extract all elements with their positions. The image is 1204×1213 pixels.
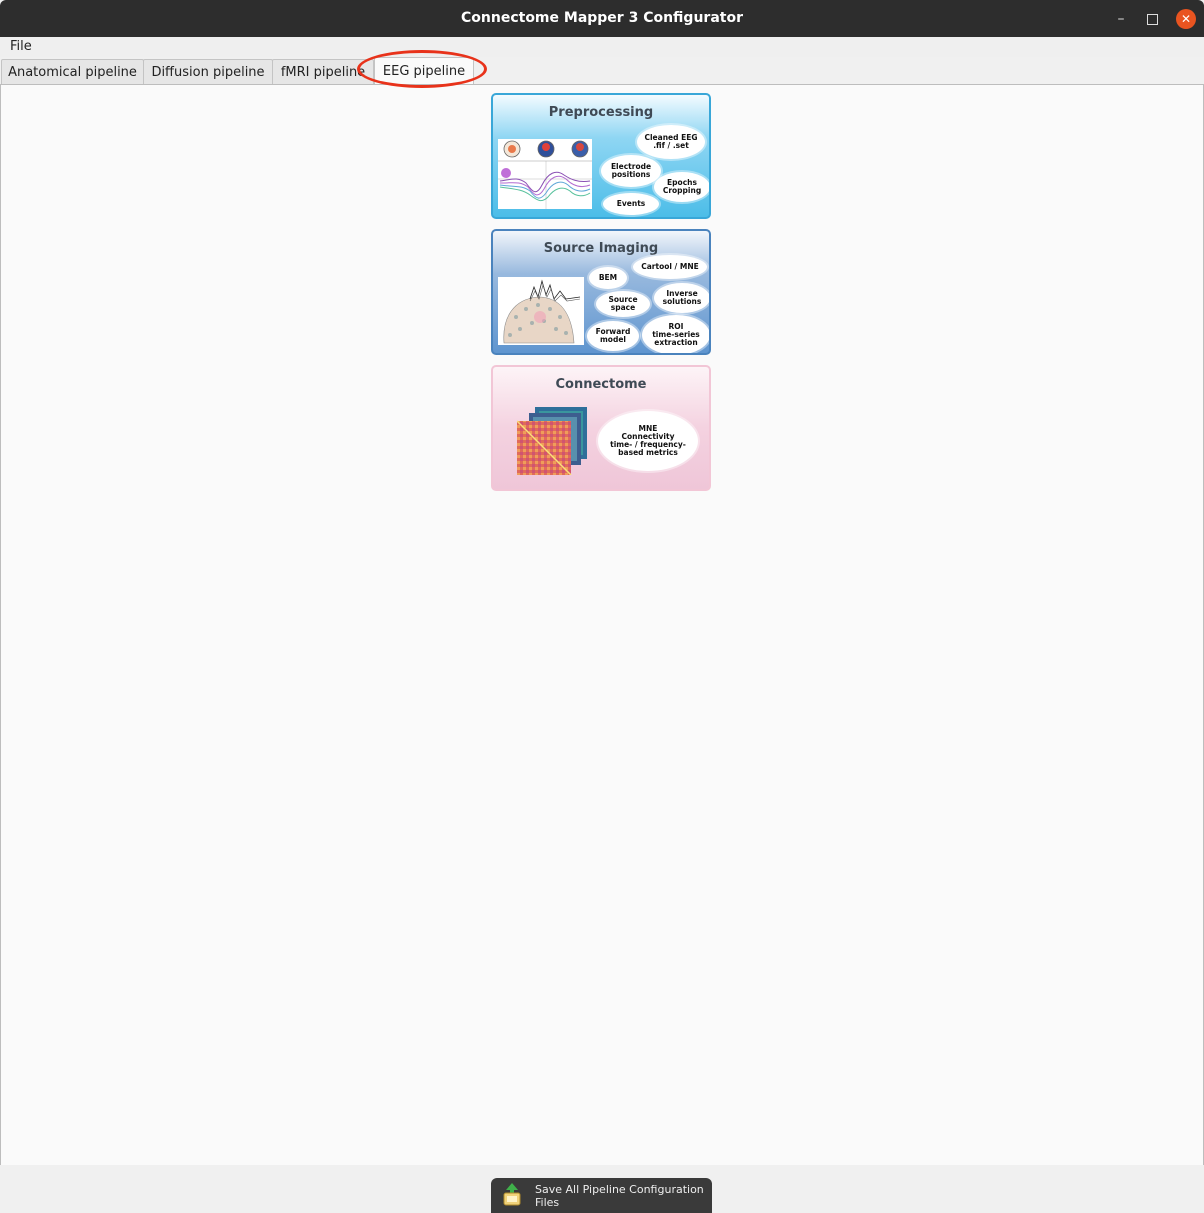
save-all-config-label: Save All Pipeline Configuration Files <box>535 1182 704 1209</box>
preprocessing-stage-button[interactable]: Preprocessing Cleaned EEG .fif / .set El… <box>491 93 711 219</box>
bubble-source-space: Source space <box>596 291 650 317</box>
maximize-icon[interactable] <box>1142 9 1162 29</box>
bubble-mne-connectivity: MNE Connectivity time- / frequency- base… <box>598 411 698 471</box>
tab-diffusion-pipeline[interactable]: Diffusion pipeline <box>143 59 273 84</box>
bubble-cartool-mne: Cartool / MNE <box>633 255 707 279</box>
source-imaging-stage-button[interactable]: Source Imaging Cartool / MNE BEM Inverse… <box>491 229 711 355</box>
tab-anatomical-pipeline[interactable]: Anatomical pipeline <box>1 59 144 84</box>
bubble-events: Events <box>603 193 659 215</box>
source-imaging-title: Source Imaging <box>543 241 659 256</box>
bubble-electrode-positions: Electrode positions <box>601 155 661 187</box>
save-all-config-button[interactable]: Save All Pipeline Configuration Files <box>491 1178 712 1213</box>
bubble-epochs-cropping: Epochs Cropping <box>654 172 709 202</box>
eeg-tab-highlight-annotation <box>357 50 487 88</box>
window-titlebar: Connectome Mapper 3 Configurator – ✕ <box>0 0 1204 37</box>
window-title: Connectome Mapper 3 Configurator <box>461 10 743 26</box>
bubble-forward-model: Forward model <box>587 321 639 351</box>
bubble-cleaned-eeg: Cleaned EEG .fif / .set <box>637 125 705 159</box>
footer: Save All Pipeline Configuration Files <box>0 1165 1204 1213</box>
close-icon[interactable]: ✕ <box>1176 9 1196 29</box>
menu-file[interactable]: File <box>10 39 32 54</box>
connectome-stage-button[interactable]: Connectome MNE Connectivity time- / freq… <box>491 365 711 491</box>
bubble-inverse-solutions: Inverse solutions <box>654 283 709 313</box>
brain-source-image <box>498 277 584 345</box>
connectivity-matrix-image <box>516 407 589 476</box>
menu-bar: File <box>0 37 1204 57</box>
minimize-icon[interactable]: – <box>1111 9 1131 29</box>
tab-bar: Anatomical pipeline Diffusion pipeline f… <box>0 57 1204 85</box>
bubble-bem: BEM <box>589 267 627 289</box>
save-files-icon <box>501 1182 523 1209</box>
eeg-waveform-image <box>498 139 592 209</box>
preprocessing-title: Preprocessing <box>548 105 654 120</box>
connectome-title: Connectome <box>555 377 647 392</box>
bubble-roi-time-series: ROI time-series extraction <box>642 315 709 353</box>
